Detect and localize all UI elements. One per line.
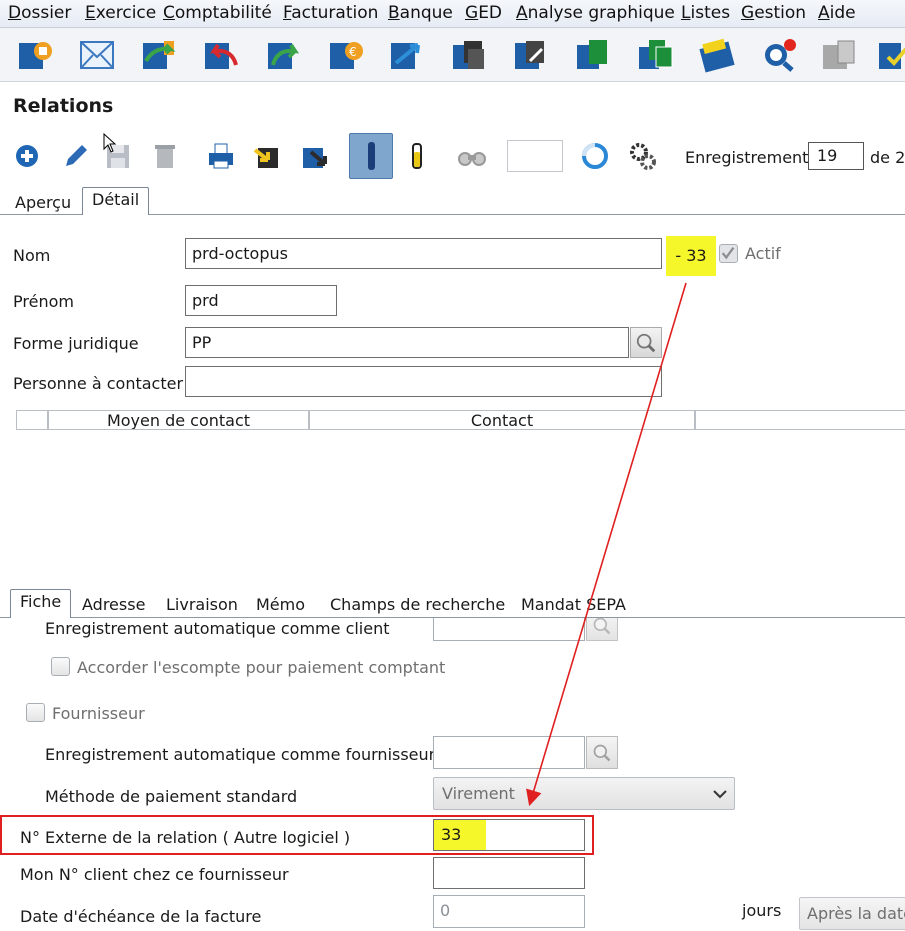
annotation-arrow-icon bbox=[526, 282, 687, 807]
mouse-cursor-icon bbox=[103, 133, 117, 153]
